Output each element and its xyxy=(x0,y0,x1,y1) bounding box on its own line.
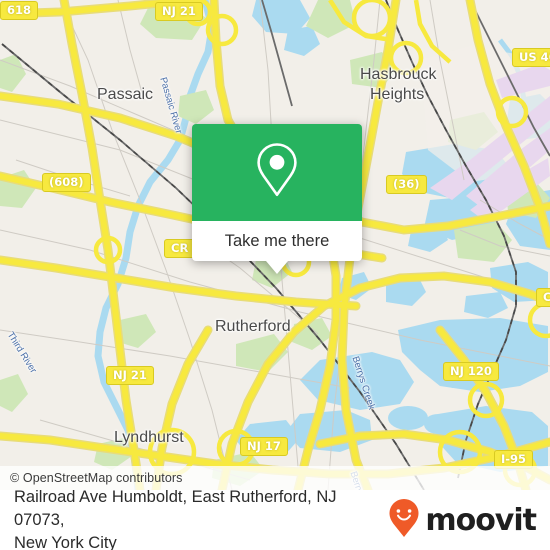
moovit-pin-smile-icon xyxy=(388,498,420,543)
place-label: Rutherford xyxy=(215,318,291,335)
place-label: Lyndhurst xyxy=(114,429,184,446)
route-shield-cr[interactable]: CR xyxy=(164,239,196,258)
route-shield-36[interactable]: (36) xyxy=(386,175,427,194)
popup-header xyxy=(192,124,362,221)
popup-tail xyxy=(266,261,288,274)
place-label: Passaic xyxy=(97,86,154,103)
moovit-map-screen: Passaic Hasbrouck Heights Rutherford Lyn… xyxy=(0,0,550,550)
route-shield-nj21-north[interactable]: NJ 21 xyxy=(155,2,203,21)
address-line-1: Railroad Ave Humboldt, East Rutherford, … xyxy=(14,487,337,529)
address-block: Railroad Ave Humboldt, East Rutherford, … xyxy=(14,486,388,550)
footer-bar: Railroad Ave Humboldt, East Rutherford, … xyxy=(0,488,550,550)
route-shield-618[interactable]: 618 xyxy=(0,1,39,20)
route-shield-608[interactable]: (608) xyxy=(42,173,91,192)
destination-popup[interactable]: Take me there xyxy=(192,124,362,274)
route-shield-c-edge[interactable]: C xyxy=(536,288,550,307)
map-pin-icon xyxy=(254,141,300,204)
osm-attribution-text: © OpenStreetMap contributors xyxy=(10,471,183,485)
moovit-wordmark: moovit xyxy=(425,502,537,538)
take-me-there-label: Take me there xyxy=(224,231,330,250)
address-line-2: New York City xyxy=(14,533,117,550)
route-shield-nj17[interactable]: NJ 17 xyxy=(240,437,288,456)
moovit-logo[interactable]: moovit xyxy=(388,498,537,543)
route-shield-nj120[interactable]: NJ 120 xyxy=(443,362,499,381)
route-shield-us46[interactable]: US 46 xyxy=(512,48,550,67)
place-label: Heights xyxy=(370,86,425,103)
route-shield-nj21-south[interactable]: NJ 21 xyxy=(106,366,154,385)
take-me-there-button[interactable]: Take me there xyxy=(192,221,362,261)
place-label: Hasbrouck xyxy=(360,66,437,83)
